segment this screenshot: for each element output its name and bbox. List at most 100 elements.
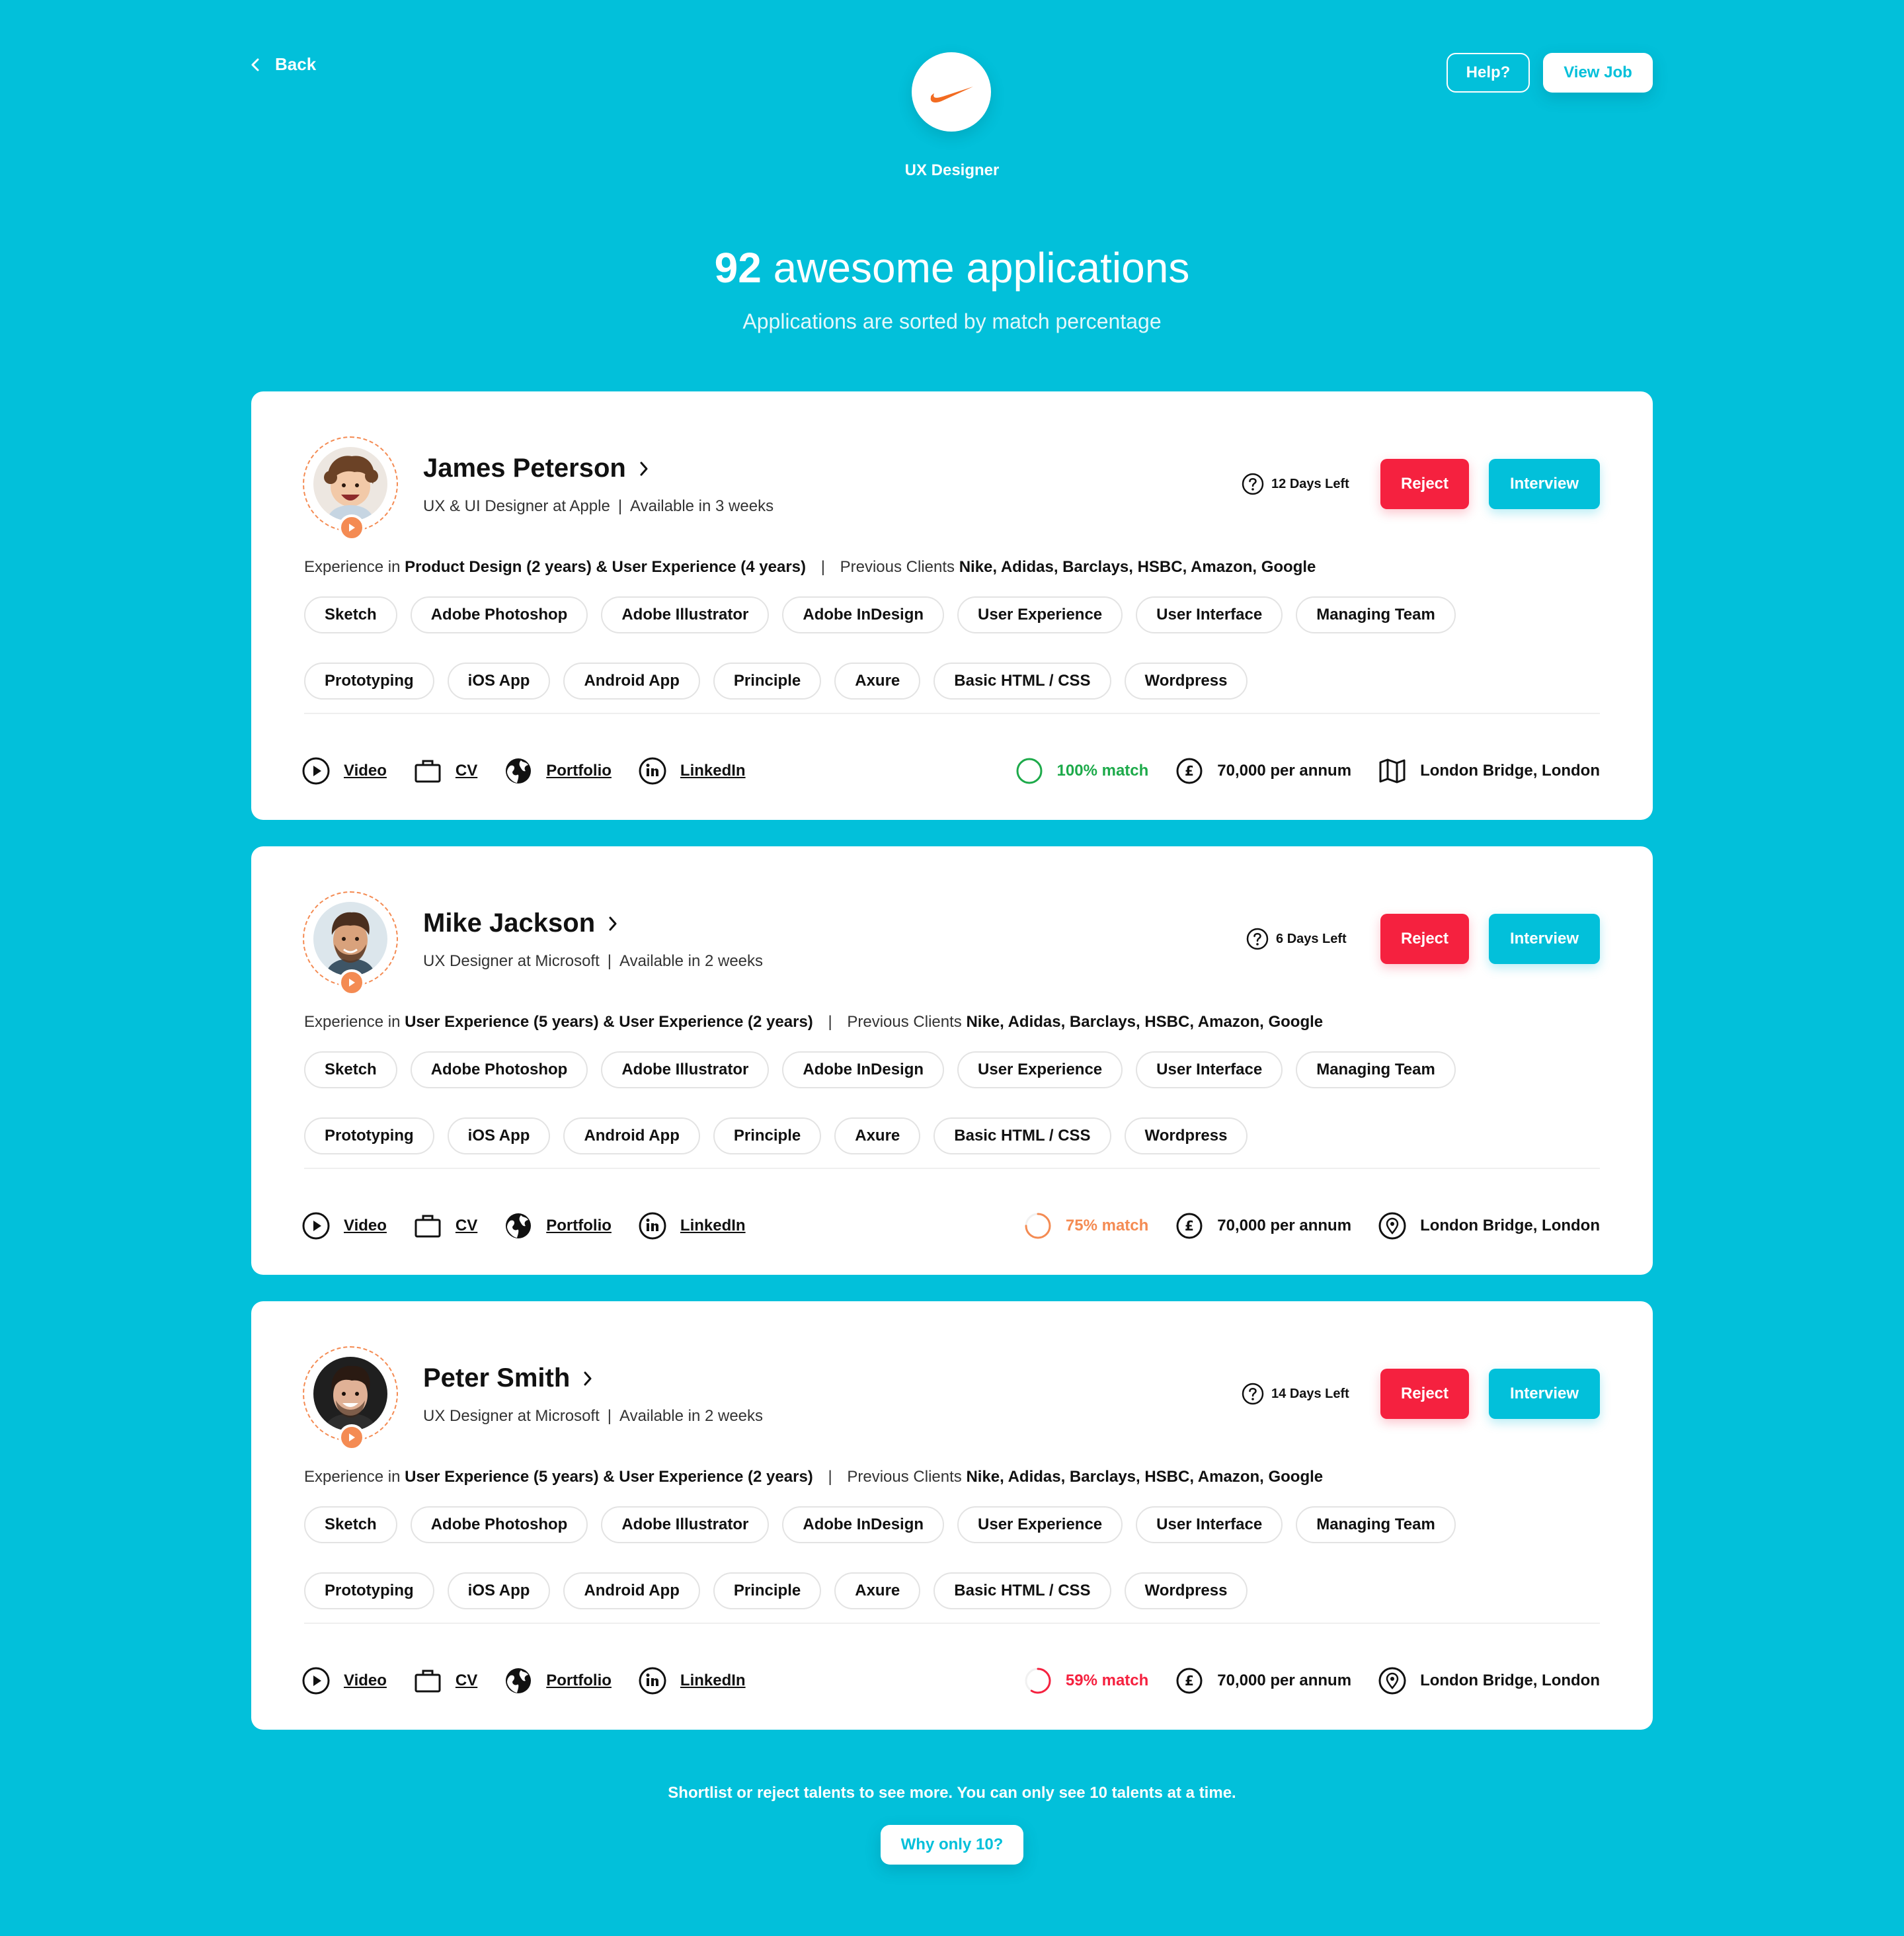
- clients-prefix: Previous Clients: [840, 558, 955, 576]
- job-title: UX Designer: [904, 161, 1000, 179]
- video-link[interactable]: Video: [301, 1211, 387, 1240]
- question-circle-icon[interactable]: [1246, 927, 1269, 951]
- help-button[interactable]: Help?: [1447, 53, 1530, 93]
- skill-tag: User Interface: [1136, 1506, 1283, 1543]
- svg-text:£: £: [1185, 1218, 1194, 1234]
- skill-tag: Adobe Photoshop: [410, 596, 588, 633]
- skill-tag: iOS App: [447, 663, 551, 700]
- cv-link[interactable]: CV: [413, 756, 477, 786]
- match-stat: 59% match: [1023, 1666, 1148, 1695]
- portfolio-label: Portfolio: [546, 762, 612, 780]
- applications-count: 92: [714, 244, 762, 292]
- avatar[interactable]: [313, 447, 387, 521]
- experience-line: Experience in Product Design (2 years) &…: [304, 558, 1316, 577]
- salary-stat: £ 70,000 per annum: [1175, 756, 1351, 786]
- avatar[interactable]: [313, 1357, 387, 1431]
- location-stat: London Bridge, London: [1378, 1666, 1600, 1695]
- why-only-10-button[interactable]: Why only 10?: [881, 1825, 1023, 1865]
- question-circle-icon[interactable]: [1241, 1382, 1265, 1406]
- portfolio-label: Portfolio: [546, 1672, 612, 1689]
- match-percentage: 59% match: [1065, 1672, 1149, 1689]
- portfolio-link[interactable]: Portfolio: [504, 756, 612, 786]
- question-circle-icon[interactable]: [1241, 472, 1265, 496]
- chevron-left-icon: [251, 58, 259, 71]
- clients-prefix: Previous Clients: [847, 1468, 962, 1486]
- portfolio-link[interactable]: Portfolio: [504, 1211, 612, 1240]
- applicant-links: Video CV Portfolio LinkedIn: [301, 1666, 746, 1695]
- briefcase-icon: [415, 1215, 441, 1238]
- cv-link[interactable]: CV: [413, 1666, 477, 1695]
- map-icon: [1379, 758, 1406, 784]
- interview-button[interactable]: Interview: [1489, 914, 1600, 964]
- applicant-name-link[interactable]: Mike Jackson: [423, 908, 619, 938]
- play-icon: [349, 1433, 355, 1441]
- linkedin-icon: [639, 1212, 666, 1240]
- play-icon: [349, 979, 355, 987]
- reject-button[interactable]: Reject: [1380, 459, 1469, 509]
- linkedin-icon: [639, 757, 666, 785]
- location-icon: [1378, 1211, 1407, 1240]
- linkedin-link[interactable]: LinkedIn: [638, 1666, 746, 1695]
- skill-tag: Principle: [713, 1117, 822, 1154]
- linkedin-label: LinkedIn: [680, 1672, 746, 1689]
- applicant-name: James Peterson: [423, 454, 626, 483]
- skill-tag: Adobe Photoshop: [410, 1506, 588, 1543]
- separator: |: [828, 1013, 832, 1031]
- applicant-card: Mike Jackson UX Designer at Microsoft | Av…: [251, 846, 1653, 1275]
- avatar-ring: [303, 436, 398, 541]
- applicant-stats: 75% match £ 70,000 per annum London Brid…: [1023, 1211, 1600, 1240]
- play-video-badge[interactable]: [338, 969, 365, 996]
- applicant-links: Video CV Portfolio LinkedIn: [301, 756, 746, 786]
- skill-tag: iOS App: [447, 1572, 551, 1609]
- video-label: Video: [344, 1672, 387, 1689]
- applicant-name-link[interactable]: James Peterson: [423, 454, 650, 483]
- cv-link[interactable]: CV: [413, 1211, 477, 1240]
- separator: |: [617, 497, 623, 515]
- match-ring-icon: [1025, 1213, 1051, 1239]
- applicant-role: UX & UI Designer at Apple: [423, 497, 610, 515]
- match-percentage: 75% match: [1065, 1217, 1149, 1234]
- skill-tag: Axure: [834, 1572, 921, 1609]
- briefcase-icon: [415, 760, 441, 783]
- back-label: Back: [275, 54, 317, 74]
- divider: [304, 1168, 1600, 1169]
- play-icon: [349, 524, 355, 532]
- skill-tag: Adobe InDesign: [782, 1051, 945, 1088]
- interview-button[interactable]: Interview: [1489, 459, 1600, 509]
- days-left: 12 Days Left: [1241, 472, 1349, 496]
- location: London Bridge, London: [1420, 1672, 1600, 1689]
- linkedin-link[interactable]: LinkedIn: [638, 1211, 746, 1240]
- applicant-name-link[interactable]: Peter Smith: [423, 1363, 594, 1393]
- location-pin-icon: [1378, 1667, 1406, 1695]
- play-circle-icon: [302, 1667, 330, 1695]
- video-label: Video: [344, 762, 387, 780]
- linkedin-link[interactable]: LinkedIn: [638, 756, 746, 786]
- portfolio-link[interactable]: Portfolio: [504, 1666, 612, 1695]
- experience-prefix: Experience in: [304, 1013, 401, 1031]
- svg-text:£: £: [1185, 1673, 1194, 1689]
- avatar[interactable]: [313, 902, 387, 976]
- days-left: 6 Days Left: [1246, 927, 1347, 951]
- video-link[interactable]: Video: [301, 756, 387, 786]
- skill-tag: Prototyping: [304, 1572, 434, 1609]
- location: London Bridge, London: [1420, 1217, 1600, 1234]
- skill-tag: Adobe Photoshop: [410, 1051, 588, 1088]
- interview-button[interactable]: Interview: [1489, 1369, 1600, 1419]
- skill-tag: Prototyping: [304, 1117, 434, 1154]
- reject-button[interactable]: Reject: [1380, 1369, 1469, 1419]
- view-job-button[interactable]: View Job: [1543, 53, 1653, 93]
- skill-tag: User Experience: [957, 1051, 1123, 1088]
- applicant-name: Mike Jackson: [423, 908, 596, 938]
- page-title: 92 awesome applications: [0, 243, 1904, 292]
- play-video-badge[interactable]: [338, 514, 365, 541]
- skill-tags: Sketch Adobe Photoshop Adobe Illustrator Ad…: [304, 596, 1613, 700]
- video-link[interactable]: Video: [301, 1666, 387, 1695]
- skill-tag: Android App: [563, 1117, 700, 1154]
- applicant-role: UX Designer at Microsoft: [423, 1407, 600, 1425]
- reject-button[interactable]: Reject: [1380, 914, 1469, 964]
- skill-tag: Principle: [713, 1572, 822, 1609]
- briefcase-icon: [415, 1670, 441, 1693]
- applicant-stats: 100% match £ 70,000 per annum London Bri…: [1015, 756, 1600, 786]
- back-link[interactable]: Back: [249, 54, 316, 75]
- play-video-badge[interactable]: [338, 1424, 365, 1451]
